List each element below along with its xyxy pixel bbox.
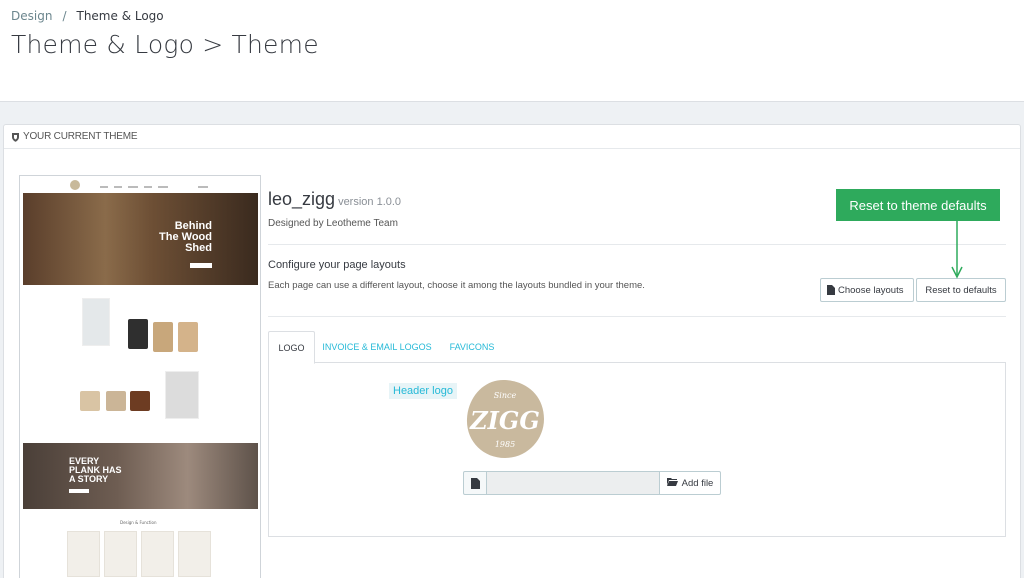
logo-tabs: Logo Invoice & Email logos Favicons bbox=[268, 331, 1006, 364]
theme-preview-image: Behind The Wood Shed EVERY PLANK HAS A S… bbox=[19, 175, 261, 578]
preview-product-card bbox=[178, 531, 211, 577]
tab-favicons[interactable]: Favicons bbox=[444, 331, 500, 363]
preview-banner-button bbox=[69, 489, 89, 493]
preview-logo bbox=[70, 180, 80, 190]
tab-logo-label: Logo bbox=[278, 342, 305, 353]
divider bbox=[268, 244, 1006, 245]
preview-product-card bbox=[141, 531, 174, 577]
add-file-button[interactable]: Add file bbox=[659, 471, 721, 495]
breadcrumb-separator: / bbox=[62, 9, 67, 23]
logo-file-field[interactable] bbox=[487, 471, 659, 495]
shield-icon bbox=[11, 132, 20, 142]
current-theme-panel: Your current theme Behind The Wood Shed bbox=[3, 124, 1021, 578]
divider bbox=[268, 316, 1006, 317]
logo-file-input: Add file bbox=[463, 471, 721, 495]
page-header: Design / Theme & Logo Theme & Logo > The… bbox=[0, 0, 1024, 102]
reset-theme-defaults-callout: Reset to theme defaults bbox=[836, 189, 1000, 221]
preview-nav-item bbox=[114, 186, 122, 188]
theme-designer: Designed by Leotheme Team bbox=[268, 218, 398, 229]
logo-top-text: Since bbox=[494, 391, 517, 400]
theme-version: version 1.0.0 bbox=[338, 196, 402, 208]
tab-invoice-email-logos-label: Invoice & Email logos bbox=[322, 342, 432, 352]
layouts-description: Each page can use a different layout, ch… bbox=[268, 280, 645, 291]
tab-logo[interactable]: Logo bbox=[268, 331, 315, 364]
layouts-title: Configure your page layouts bbox=[268, 259, 406, 271]
panel-heading: Your current theme bbox=[4, 125, 1020, 149]
preview-banner-text: EVERY PLANK HAS A STORY bbox=[69, 456, 122, 484]
preview-nav-item bbox=[144, 186, 152, 188]
tab-invoice-email-logos[interactable]: Invoice & Email logos bbox=[320, 331, 434, 363]
preview-hero-banner: Behind The Wood Shed bbox=[23, 193, 258, 285]
header-logo-image: Since ZIGG 1985 bbox=[463, 377, 547, 461]
folder-open-icon bbox=[666, 477, 678, 489]
preview-product-image bbox=[165, 371, 199, 419]
preview-product-table bbox=[106, 391, 126, 411]
preview-caption: Design & Function bbox=[120, 520, 157, 525]
file-icon bbox=[827, 285, 835, 295]
preview-product-chair bbox=[128, 319, 148, 349]
breadcrumb-current: Theme & Logo bbox=[76, 9, 164, 23]
preview-product-card bbox=[104, 531, 137, 577]
preview-hero-text: Behind The Wood Shed bbox=[159, 220, 212, 254]
add-file-label: Add file bbox=[681, 477, 714, 489]
preview-product-card bbox=[67, 531, 100, 577]
preview-nav-item bbox=[100, 186, 108, 188]
preview-product-cabinet bbox=[130, 391, 150, 411]
choose-layouts-button[interactable]: Choose layouts bbox=[820, 278, 914, 302]
preview-product-image bbox=[82, 298, 110, 346]
logo-bottom-text: 1985 bbox=[495, 440, 515, 449]
page-title: Theme & Logo > Theme bbox=[11, 30, 319, 59]
preview-nav-item bbox=[198, 186, 208, 188]
breadcrumb-design-link[interactable]: Design bbox=[11, 9, 52, 23]
theme-name-text: leo_zigg bbox=[268, 189, 336, 209]
preview-product-chair bbox=[178, 322, 198, 352]
reset-to-defaults-label: Reset to defaults bbox=[925, 284, 997, 296]
file-icon bbox=[463, 471, 487, 495]
choose-layouts-label: Choose layouts bbox=[838, 284, 904, 296]
preview-banner-two: EVERY PLANK HAS A STORY bbox=[23, 443, 258, 509]
preview-navbar bbox=[20, 176, 260, 193]
preview-hero-button bbox=[190, 263, 212, 268]
callout-arrow-icon bbox=[951, 221, 963, 279]
theme-name: leo_zigg version 1.0.0 bbox=[268, 189, 401, 210]
preview-product-chair bbox=[153, 322, 173, 352]
preview-product-table bbox=[80, 391, 100, 411]
tab-favicons-label: Favicons bbox=[449, 342, 495, 352]
breadcrumb: Design / Theme & Logo bbox=[11, 9, 164, 23]
logo-main-text: ZIGG bbox=[469, 406, 540, 435]
header-logo-label: Header logo bbox=[389, 383, 457, 399]
panel-heading-label: Your current theme bbox=[23, 131, 138, 142]
logo-tab-content: Header logo Since ZIGG 1985 Add file bbox=[268, 363, 1006, 537]
preview-nav-item bbox=[128, 186, 138, 188]
preview-nav-item bbox=[158, 186, 168, 188]
